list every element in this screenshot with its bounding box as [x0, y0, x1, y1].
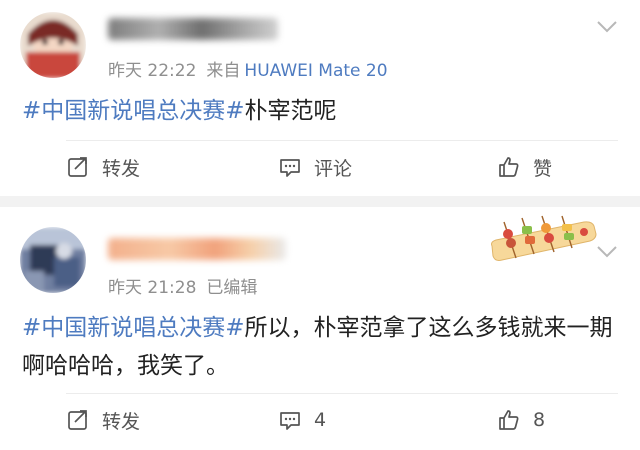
- like-button[interactable]: 赞: [497, 147, 552, 187]
- repost-label: 转发: [102, 157, 141, 180]
- avatar[interactable]: [20, 227, 86, 293]
- chevron-down-icon[interactable]: [596, 20, 618, 34]
- username-blurred[interactable]: [108, 18, 278, 40]
- repost-icon: [68, 410, 87, 430]
- post-meta: 昨天 21:28 已编辑: [108, 273, 267, 298]
- edited-label: 已编辑: [206, 278, 258, 298]
- username-blurred[interactable]: [108, 238, 286, 260]
- divider: [66, 140, 618, 141]
- comment-icon: [280, 159, 300, 177]
- post-meta: 昨天 22:22 来自 HUAWEI Mate 20: [108, 56, 388, 81]
- post-content: #中国新说唱总决赛#朴宰范呢: [22, 92, 618, 130]
- divider: [66, 393, 618, 394]
- comment-button[interactable]: 4: [278, 400, 326, 440]
- repost-label: 转发: [102, 410, 141, 433]
- avatar[interactable]: [20, 12, 86, 78]
- action-bar: 转发 评论 赞: [0, 147, 640, 187]
- like-count: 8: [533, 409, 546, 431]
- like-label: 赞: [533, 157, 553, 180]
- post-time: 昨天 21:28: [108, 278, 197, 298]
- comment-icon: [280, 412, 300, 430]
- source-prefix: 来自: [206, 61, 241, 81]
- action-bar: 转发 4 8: [0, 400, 640, 440]
- like-icon: [499, 157, 519, 177]
- repost-button[interactable]: 转发: [66, 147, 140, 187]
- repost-button[interactable]: 转发: [66, 400, 140, 440]
- source-device[interactable]: HUAWEI Mate 20: [244, 61, 387, 81]
- hashtag-link[interactable]: #中国新说唱总决赛#: [22, 98, 245, 124]
- chevron-down-icon[interactable]: [596, 245, 618, 259]
- like-button[interactable]: 8: [497, 400, 545, 440]
- weibo-post-1: 昨天 22:22 来自 HUAWEI Mate 20 #中国新说唱总决赛#朴宰范呢 …: [0, 0, 640, 196]
- post-content: #中国新说唱总决赛#所以，朴宰范拿了这么多钱就来一期啊哈哈哈，我笑了。: [22, 309, 618, 385]
- post-time: 昨天 22:22: [108, 61, 197, 81]
- post-text: 朴宰范呢: [244, 98, 337, 124]
- like-icon: [499, 410, 519, 430]
- food-skewers-sticker: [491, 215, 597, 261]
- comment-label: 评论: [314, 157, 353, 180]
- hashtag-link[interactable]: #中国新说唱总决赛#: [22, 315, 245, 341]
- weibo-post-2: 昨天 21:28 已编辑 #中国新说唱总决赛#所以，朴宰范拿了这么多钱就来一期啊哈…: [0, 207, 640, 450]
- comment-button[interactable]: 评论: [278, 147, 352, 187]
- repost-icon: [68, 157, 87, 177]
- comment-count: 4: [314, 409, 327, 431]
